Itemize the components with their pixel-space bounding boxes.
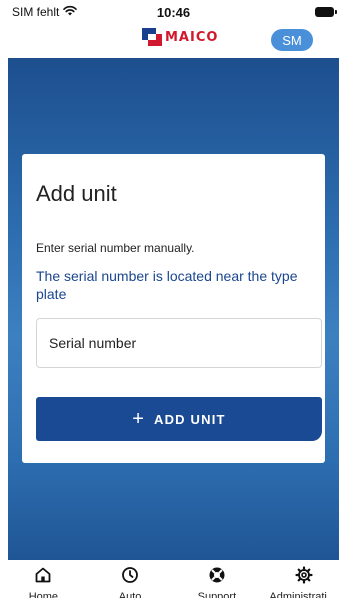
nav-label-administration: Administrati… — [269, 591, 338, 598]
avatar[interactable]: SM — [271, 29, 313, 51]
instruction-text: Enter serial number manually. — [36, 241, 195, 255]
brand-name: MAICO — [165, 29, 219, 45]
status-bar: SIM fehlt 10:46 — [0, 0, 347, 24]
clock-time: 10:46 — [156, 5, 191, 20]
gear-icon — [295, 566, 313, 589]
home-icon — [34, 566, 52, 589]
card-title: Add unit — [36, 181, 117, 206]
serial-location-hint: The serial number is located near the ty… — [36, 268, 298, 302]
serial-number-input[interactable] — [37, 319, 321, 367]
plus-icon: + — [132, 408, 144, 430]
serial-number-field[interactable] — [36, 318, 322, 368]
main-content: Add unit Enter serial number manually. T… — [8, 58, 339, 560]
lifebuoy-icon — [208, 566, 226, 589]
nav-label-home: Home — [28, 591, 59, 598]
add-unit-button-label: ADD UNIT — [153, 411, 226, 427]
add-unit-button[interactable]: + ADD UNIT — [36, 397, 322, 441]
nav-item-support[interactable]: Support — [174, 560, 261, 598]
nav-item-auto[interactable]: Auto — [87, 560, 174, 598]
nav-label-auto: Auto — [118, 591, 142, 598]
nav-item-home[interactable]: Home — [0, 560, 87, 598]
add-unit-card: Add unit Enter serial number manually. T… — [22, 154, 325, 463]
nav-label-support: Support — [197, 591, 237, 598]
maico-logo: MAICO — [142, 28, 218, 46]
bottom-navigation: Home Auto Support Administrati… — [0, 560, 347, 598]
app-header: MAICO SM — [0, 24, 347, 58]
nav-item-administration[interactable]: Administrati… — [260, 560, 347, 598]
logo-mark-icon — [142, 28, 162, 46]
clock-icon — [121, 566, 139, 589]
battery-icon — [315, 7, 337, 17]
